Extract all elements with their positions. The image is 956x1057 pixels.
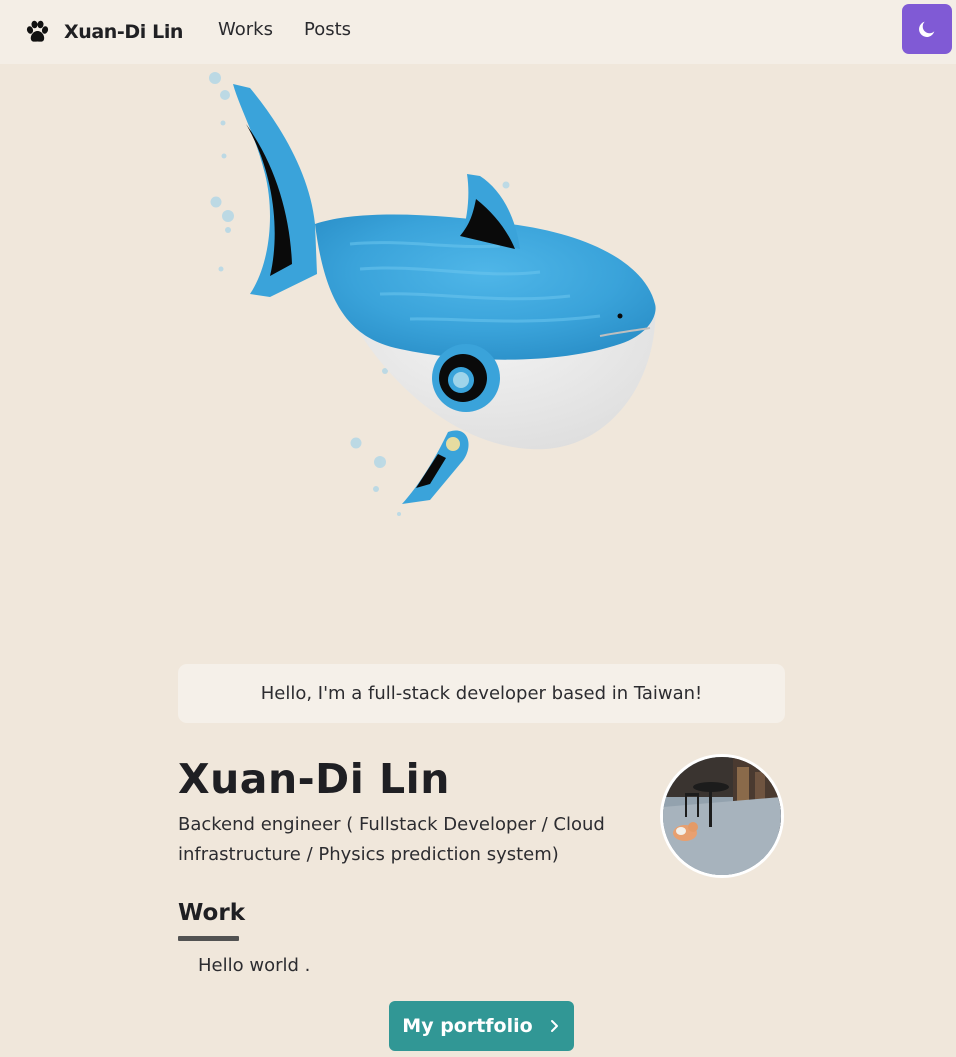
profile-role: Backend engineer ( Fullstack Developer /… xyxy=(178,814,605,865)
work-description: Hello world . xyxy=(198,955,311,976)
profile-name: Xuan-Di Lin xyxy=(178,755,450,803)
chevron-right-icon xyxy=(550,1020,558,1032)
intro-banner: Hello, I'm a full-stack developer based … xyxy=(178,664,785,723)
theme-toggle-button[interactable] xyxy=(902,4,952,54)
avatar xyxy=(660,754,784,878)
avatar-photo xyxy=(663,757,781,875)
navbar: Xuan-Di Lin Works Posts xyxy=(0,0,956,64)
portfolio-button-label: My portfolio xyxy=(402,1015,533,1037)
hero-shark-illustration xyxy=(209,72,656,516)
work-heading: Work xyxy=(178,900,245,926)
my-portfolio-button[interactable]: My portfolio xyxy=(389,1001,574,1051)
brand-name: Xuan-Di Lin xyxy=(64,21,184,43)
nav-link-posts[interactable]: Posts xyxy=(304,19,351,40)
work-heading-underline xyxy=(178,936,239,941)
moon-icon xyxy=(919,21,935,37)
brand-logo-link[interactable]: Xuan-Di Lin xyxy=(24,14,183,50)
paw-icon xyxy=(26,20,49,42)
nav-link-works[interactable]: Works xyxy=(218,19,273,40)
